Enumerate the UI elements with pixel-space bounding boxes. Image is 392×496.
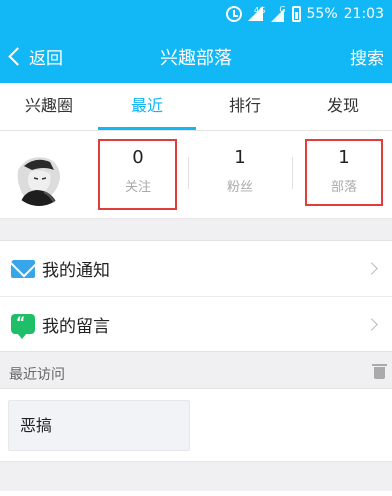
status-icons: 4G G 55% 21:03 [226, 5, 384, 22]
stat-followers-value: 1 [234, 147, 246, 168]
stat-followers[interactable]: 1 粉丝 [200, 147, 280, 195]
nav-bar: 返回 兴趣部落 搜索 [0, 30, 392, 83]
avatar[interactable] [10, 148, 68, 206]
recent-header: 最近访问 [0, 354, 392, 388]
trash-icon[interactable] [372, 364, 387, 379]
tab-bar: 兴趣圈 最近 排行 发现 [0, 83, 392, 131]
battery-icon [291, 5, 301, 22]
page-title: 兴趣部落 [160, 48, 232, 69]
message-icon: “ [11, 314, 35, 339]
menu-item-notifications[interactable]: 我的通知 [0, 241, 392, 296]
stat-followers-label: 粉丝 [226, 180, 253, 195]
mail-icon [11, 259, 35, 278]
cell-signal-icon: G [271, 5, 286, 22]
tab-recent[interactable]: 最近 [98, 83, 196, 130]
avatar-image [10, 148, 68, 206]
divider [292, 157, 293, 189]
divider [188, 157, 189, 189]
clock: 21:03 [343, 5, 384, 22]
network-type: 4G [254, 6, 266, 15]
bottom-strip [0, 491, 392, 496]
recent-title: 最近访问 [9, 367, 65, 383]
highlight-box-following [98, 139, 177, 210]
tab-discover[interactable]: 发现 [294, 83, 392, 130]
highlight-box-tribes [305, 139, 383, 206]
search-button[interactable]: 搜索 [350, 44, 384, 69]
battery-level: 55% [306, 5, 338, 22]
wifi-signal-icon: 4G [248, 6, 265, 21]
menu-item-label: 我的留言 [42, 316, 110, 337]
chevron-right-icon [365, 262, 378, 275]
menu-item-label: 我的通知 [42, 261, 110, 281]
recent-item[interactable]: 恶搞 [8, 400, 190, 451]
status-bar: 4G G 55% 21:03 [0, 0, 392, 30]
menu-item-messages[interactable]: “ 我的留言 [0, 296, 392, 351]
chevron-right-icon [365, 317, 378, 331]
tab-interest-circle[interactable]: 兴趣圈 [0, 83, 98, 130]
profile-summary: 0 关注 1 粉丝 1 部落 [0, 131, 392, 219]
tab-ranking[interactable]: 排行 [196, 83, 294, 130]
alarm-icon [226, 5, 243, 22]
menu-list: 我的通知 “ 我的留言 [0, 240, 392, 352]
recent-list: 恶搞 [0, 388, 392, 462]
